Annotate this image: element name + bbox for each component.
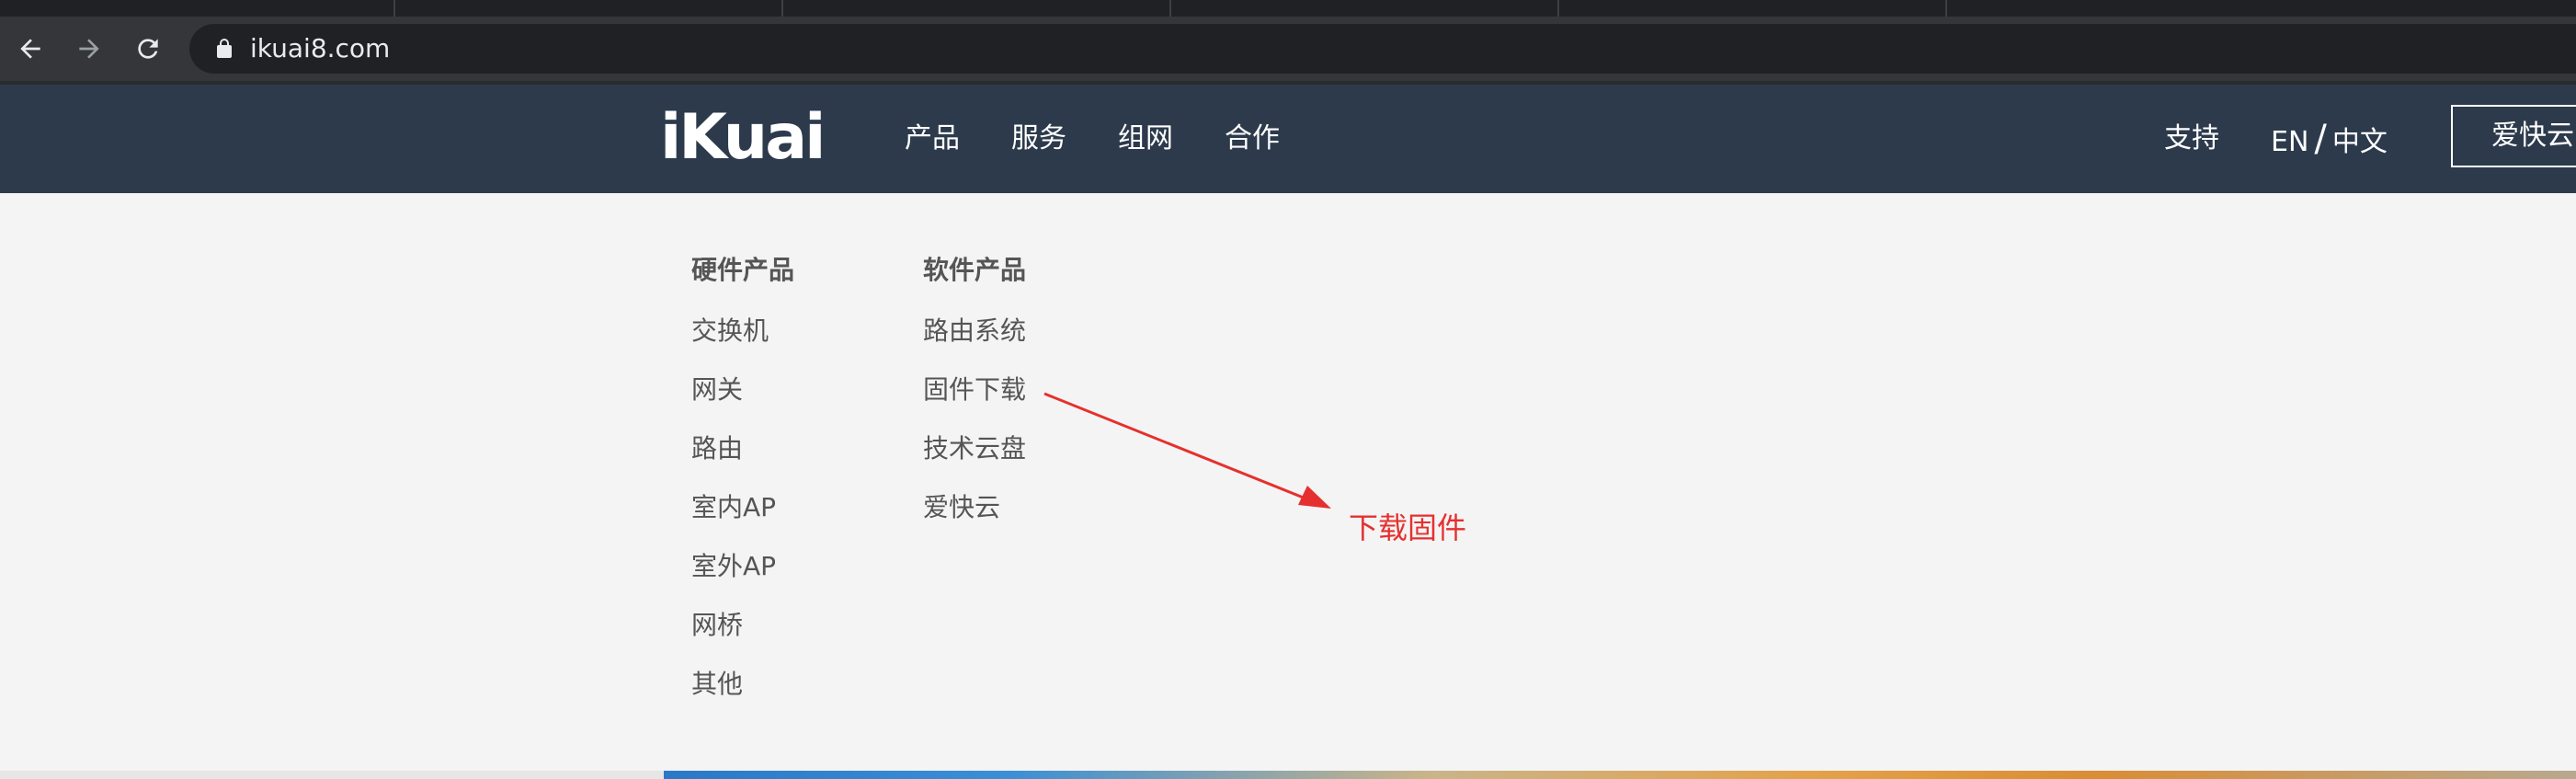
browser-toolbar: ikuai8.com xyxy=(0,17,2576,81)
browser-tab-strip xyxy=(0,0,2576,17)
reload-button[interactable] xyxy=(127,28,169,70)
nav-cooperation[interactable]: 合作 xyxy=(1225,85,1280,193)
address-bar[interactable]: ikuai8.com xyxy=(189,24,2576,74)
tab-separator xyxy=(1557,0,1559,17)
lang-zh[interactable]: 中文 xyxy=(2332,126,2388,158)
menu-item-router-os[interactable]: 路由系统 xyxy=(923,311,1026,348)
menu-item-tech-cloud-disk[interactable]: 技术云盘 xyxy=(923,429,1026,465)
menu-item-gateway[interactable]: 网关 xyxy=(691,370,743,407)
forward-button[interactable] xyxy=(68,28,110,70)
menu-item-indoor-ap[interactable]: 室内AP xyxy=(691,487,776,524)
tab-separator xyxy=(1945,0,1947,17)
back-button[interactable] xyxy=(9,28,51,70)
menu-item-ikuai-cloud[interactable]: 爱快云 xyxy=(923,487,1000,524)
software-products-title: 软件产品 xyxy=(923,255,1027,285)
products-dropdown: 硬件产品 交换机 网关 路由 室内AP 室外AP 网桥 其他 软件产品 路由系统… xyxy=(0,193,2576,773)
tab-separator xyxy=(781,0,783,17)
ikuai-cloud-button[interactable]: 爱快云 xyxy=(2451,105,2576,167)
menu-item-switch[interactable]: 交换机 xyxy=(691,311,769,348)
menu-item-other[interactable]: 其他 xyxy=(691,664,743,701)
page-bottom-strip xyxy=(0,771,2576,779)
forward-arrow-icon xyxy=(79,39,99,59)
reload-icon xyxy=(138,39,158,59)
lang-en[interactable]: EN xyxy=(2271,126,2308,158)
site-header: iKuai 产品 服务 组网 合作 支持 EN / 中文 爱快云 xyxy=(0,85,2576,193)
back-arrow-icon xyxy=(20,39,40,59)
lock-icon xyxy=(217,39,232,58)
tab-separator xyxy=(1169,0,1171,17)
nav-networking[interactable]: 组网 xyxy=(1118,85,1173,193)
nav-support[interactable]: 支持 xyxy=(2164,85,2219,193)
language-switcher: EN / 中文 xyxy=(2271,85,2388,193)
lang-separator: / xyxy=(2314,118,2327,160)
hardware-products-title: 硬件产品 xyxy=(691,255,795,285)
hero-banner-edge xyxy=(664,771,2576,779)
menu-item-outdoor-ap[interactable]: 室外AP xyxy=(691,546,776,583)
annotation-label: 下载固件 xyxy=(1349,510,1467,545)
nav-services[interactable]: 服务 xyxy=(1011,85,1066,193)
menu-item-firmware-download[interactable]: 固件下载 xyxy=(923,370,1026,407)
ikuai-logo[interactable]: iKuai xyxy=(660,101,826,175)
nav-products[interactable]: 产品 xyxy=(905,85,960,193)
tab-separator xyxy=(393,0,395,17)
menu-item-bridge[interactable]: 网桥 xyxy=(691,605,743,642)
url-text[interactable]: ikuai8.com xyxy=(250,24,390,74)
menu-item-router[interactable]: 路由 xyxy=(691,429,743,465)
